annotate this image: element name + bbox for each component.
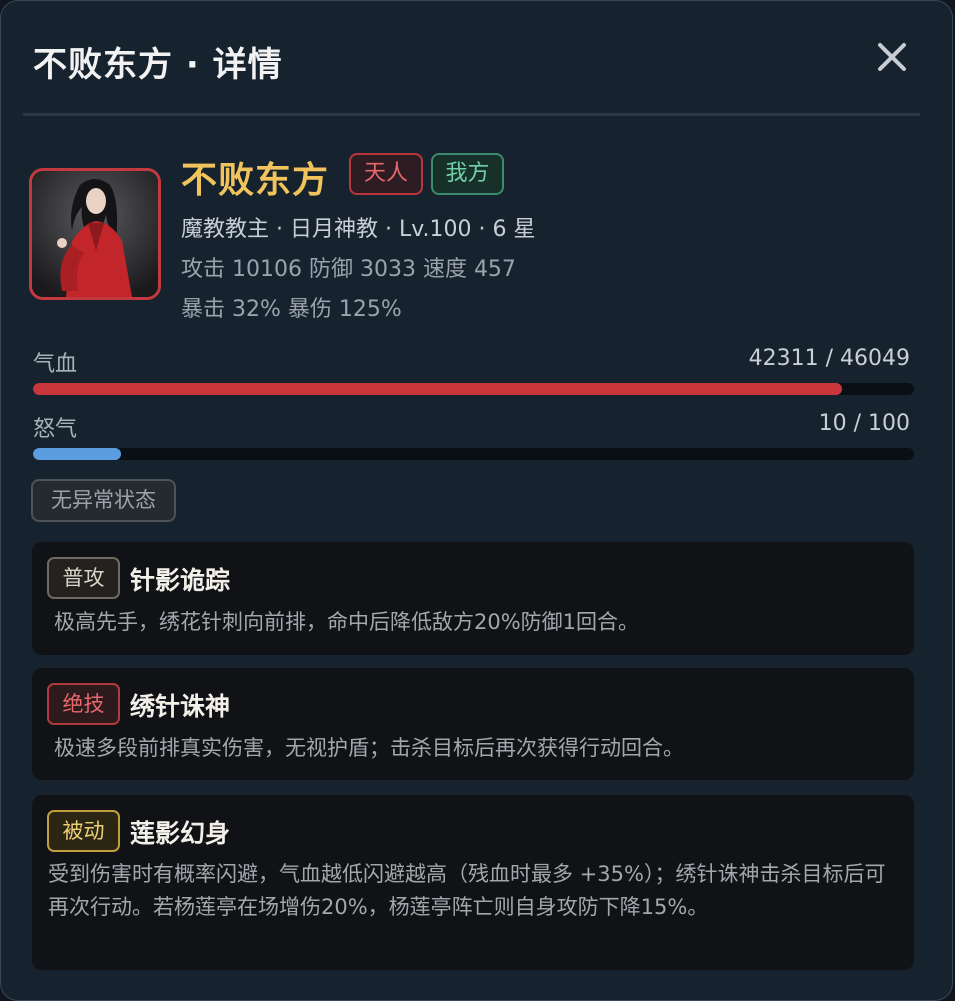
hp-bar [33, 383, 914, 395]
skill-card-ultimate[interactable]: 绝技 绣针诛神 极速多段前排真实伤害，无视护盾；击杀目标后再次获得行动回合。 [32, 668, 914, 780]
rage-bar [33, 448, 914, 460]
skill-name: 针影诡踪 [130, 566, 231, 595]
skill-description: 极速多段前排真实伤害，无视护盾；击杀目标后再次获得行动回合。 [54, 736, 684, 760]
panel-header: 不败东方 · 详情 [1, 1, 952, 113]
hero-portrait [29, 168, 161, 300]
side-badge: 我方 [431, 153, 504, 195]
status-badge: 无异常状态 [31, 479, 176, 522]
hero-name: 不败东方 [181, 160, 330, 201]
skill-type-badge: 绝技 [47, 683, 120, 725]
rage-label: 怒气 [33, 417, 78, 442]
skill-name: 莲影幻身 [130, 819, 231, 848]
hp-bar-fill [33, 383, 843, 395]
header-divider [23, 113, 920, 116]
hero-crit-line: 暴击 32% 暴伤 125% [181, 297, 402, 322]
close-button[interactable] [870, 35, 914, 79]
skill-description: 极高先手，绣花针刺向前排，命中后降低敌方20%防御1回合。 [54, 610, 640, 634]
skill-card-normal[interactable]: 普攻 针影诡踪 极高先手，绣花针刺向前排，命中后降低敌方20%防御1回合。 [32, 542, 914, 655]
hero-stats-line: 攻击 10106 防御 3033 速度 457 [181, 257, 516, 282]
hero-detail-panel: 不败东方 · 详情 不败东方 天人 我方 魔教教主 · 日月神教 · Lv.10… [0, 0, 953, 1001]
skill-description: 受到伤害时有概率闪避，气血越低闪避越高（残血时最多 +35%）；绣针诛神击杀目标… [48, 862, 886, 919]
hp-value: 42311 / 46049 [748, 346, 910, 371]
skill-name: 绣针诛神 [130, 692, 231, 721]
skill-type-badge: 被动 [47, 810, 120, 852]
tier-badge: 天人 [349, 153, 423, 195]
skill-type-badge: 普攻 [47, 557, 120, 599]
hp-label: 气血 [33, 352, 78, 377]
rage-value: 10 / 100 [818, 411, 910, 436]
rage-bar-fill [33, 448, 122, 460]
close-icon [878, 43, 906, 71]
hero-info-line: 魔教教主 · 日月神教 · Lv.100 · 6 星 [181, 217, 536, 242]
skill-card-passive[interactable]: 被动 莲影幻身 受到伤害时有概率闪避，气血越低闪避越高（残血时最多 +35%）；… [32, 795, 914, 970]
panel-title: 不败东方 · 详情 [33, 45, 283, 85]
